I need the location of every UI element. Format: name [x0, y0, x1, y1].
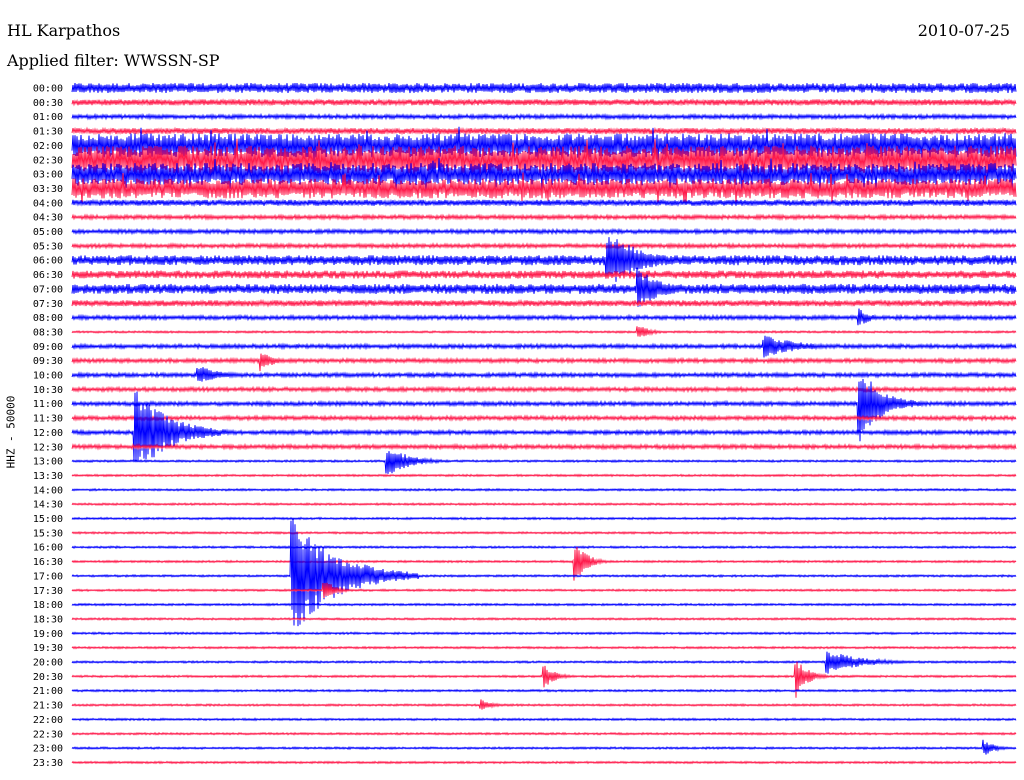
time-tick-label: 17:30	[33, 586, 63, 597]
time-tick-label: 16:00	[33, 543, 63, 554]
time-tick-label: 18:30	[33, 614, 63, 625]
time-tick-label: 03:30	[33, 184, 63, 195]
traces-layer	[71, 82, 1017, 765]
trace-row-0500	[71, 227, 1017, 236]
time-tick-label: 08:30	[33, 327, 63, 338]
trace-row-0130	[71, 126, 1017, 136]
time-tick-label: 01:00	[33, 112, 63, 123]
trace-row-1600	[71, 545, 1017, 550]
time-tick-label: 10:00	[33, 371, 63, 382]
trace-row-0000	[71, 82, 1017, 94]
time-tick-label: 22:30	[33, 729, 63, 740]
trace-row-2230	[71, 731, 1017, 736]
time-tick-label: 14:00	[33, 485, 63, 496]
trace-row-1930	[71, 645, 1017, 650]
time-tick-label: 00:00	[33, 84, 63, 95]
time-tick-label: 20:00	[33, 658, 63, 669]
time-tick-label: 21:30	[33, 701, 63, 712]
time-tick-label: 05:00	[33, 227, 63, 238]
trace-row-0900	[71, 335, 1017, 358]
trace-row-1300	[71, 451, 1017, 474]
trace-row-0030	[71, 98, 1017, 107]
time-tick-label: 11:30	[33, 414, 63, 425]
trace-row-2100	[71, 688, 1017, 693]
trace-row-1830	[71, 616, 1017, 621]
trace-row-1730	[71, 582, 1017, 599]
time-ticks-layer: 00:00 00:30 01:00 01:30 02:00 02:30 03:00 03:30…	[33, 84, 63, 769]
trace-row-2330	[71, 760, 1017, 765]
trace-row-1400	[71, 487, 1017, 492]
trace-row-0730	[71, 298, 1017, 308]
time-tick-label: 10:30	[33, 385, 63, 396]
time-tick-label: 01:30	[33, 127, 63, 138]
trace-row-0430	[71, 213, 1017, 222]
time-tick-label: 19:30	[33, 643, 63, 654]
time-tick-label: 14:30	[33, 500, 63, 511]
trace-row-2200	[71, 717, 1017, 722]
trace-row-0930	[71, 353, 1017, 372]
time-tick-label: 09:30	[33, 356, 63, 367]
trace-row-1530	[71, 530, 1017, 535]
time-tick-label: 12:30	[33, 442, 63, 453]
trace-row-0630	[71, 270, 1017, 279]
trace-row-1330	[71, 473, 1017, 478]
trace-row-1430	[71, 502, 1017, 507]
trace-row-1500	[71, 516, 1017, 521]
time-tick-label: 15:00	[33, 514, 63, 525]
time-tick-label: 17:00	[33, 571, 63, 582]
time-tick-label: 16:30	[33, 557, 63, 568]
trace-row-2030	[71, 661, 1017, 698]
time-tick-label: 06:30	[33, 270, 63, 281]
time-tick-label: 03:00	[33, 170, 63, 181]
time-tick-label: 21:00	[33, 686, 63, 697]
time-tick-label: 22:00	[33, 715, 63, 726]
trace-row-0100	[71, 112, 1017, 121]
trace-row-0530	[71, 241, 1017, 250]
trace-row-0400	[71, 198, 1017, 208]
time-tick-label: 11:00	[33, 399, 63, 410]
time-tick-label: 12:00	[33, 428, 63, 439]
time-tick-label: 23:30	[33, 758, 63, 769]
time-tick-label: 18:00	[33, 600, 63, 611]
helicorder-plot: 00:00 00:30 01:00 01:30 02:00 02:30 03:00 03:30…	[33, 82, 1017, 769]
time-tick-label: 04:30	[33, 213, 63, 224]
time-tick-label: 07:30	[33, 299, 63, 310]
trace-row-0800	[71, 308, 1017, 326]
trace-row-0830	[71, 326, 1017, 337]
trace-row-1000	[71, 367, 1017, 382]
time-tick-label: 04:00	[33, 198, 63, 209]
time-tick-label: 23:00	[33, 744, 63, 755]
time-tick-label: 02:30	[33, 155, 63, 166]
time-tick-label: 07:00	[33, 284, 63, 295]
time-tick-label: 02:00	[33, 141, 63, 152]
trace-row-1900	[71, 631, 1017, 636]
time-tick-label: 13:00	[33, 457, 63, 468]
trace-row-1230	[71, 442, 1017, 451]
time-tick-label: 09:00	[33, 342, 63, 353]
time-tick-label: 08:00	[33, 313, 63, 324]
time-tick-label: 15:30	[33, 528, 63, 539]
trace-row-2130	[71, 699, 1017, 710]
time-tick-label: 20:30	[33, 672, 63, 683]
time-tick-label: 06:00	[33, 256, 63, 267]
trace-row-2300	[71, 739, 1017, 755]
time-tick-label: 19:00	[33, 629, 63, 640]
time-tick-label: 05:30	[33, 241, 63, 252]
trace-row-2000	[71, 651, 1017, 674]
trace-row-1800	[71, 602, 1017, 607]
time-tick-label: 00:30	[33, 98, 63, 109]
trace-row-1030	[71, 385, 1017, 394]
time-tick-label: 13:30	[33, 471, 63, 482]
